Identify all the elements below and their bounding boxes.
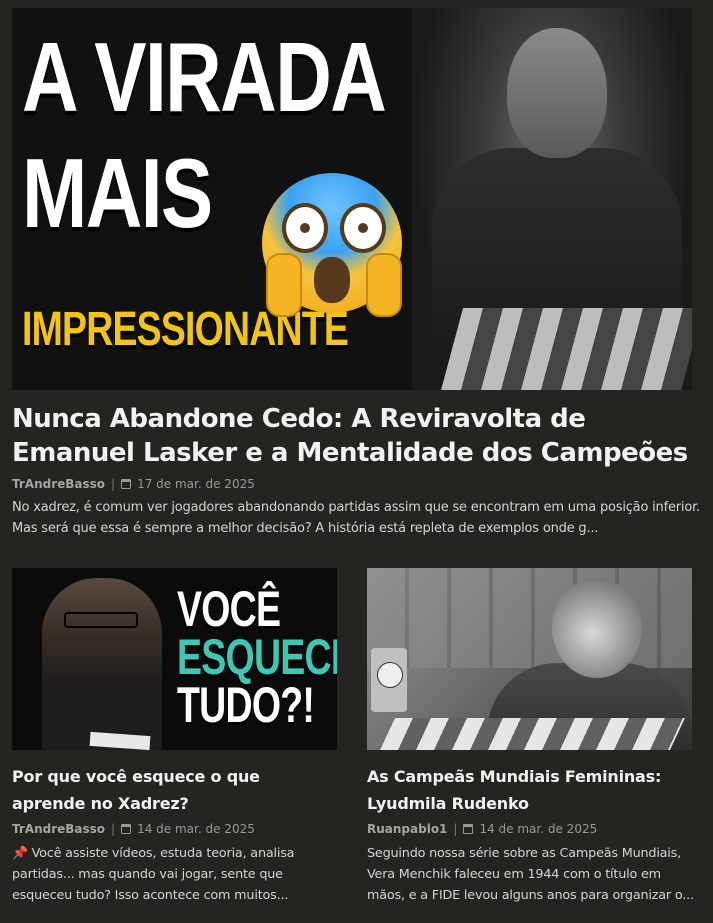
post-excerpt: Seguindo nossa série sobre as Campeãs Mu…: [367, 846, 694, 903]
post-thumbnail[interactable]: VOCÊ ESQUECE TUDO?!: [12, 568, 337, 750]
featured-photo: [412, 8, 692, 390]
post-thumbnail[interactable]: [367, 568, 692, 750]
person-photo: [42, 578, 162, 750]
meta-divider: |: [111, 477, 116, 491]
thumbnail-headline-1: A VIRADA: [22, 22, 387, 132]
featured-post-title[interactable]: Nunca Abandone Cedo: A Reviravolta de Em…: [12, 402, 702, 470]
person-photo: [552, 578, 642, 678]
pin-icon: 📌: [12, 846, 28, 861]
calendar-icon: [121, 824, 132, 834]
glasses: [64, 612, 138, 628]
author-link[interactable]: Ruanpablo1: [367, 822, 447, 836]
calendar-icon: [463, 824, 474, 834]
thumbnail-headline-2: MAIS: [22, 138, 213, 248]
post-date: 14 de mar. de 2025: [479, 822, 598, 836]
thumbnail-headline-3: TUDO?!: [177, 677, 315, 733]
thumbnail-headline-2: ESQUECE: [177, 629, 337, 685]
author-link[interactable]: TrAndreBasso: [12, 822, 105, 836]
thumbnail-headline-1: VOCÊ: [177, 581, 281, 637]
post-title[interactable]: As Campeãs Mundiais Femininas: Lyudmila …: [367, 763, 692, 817]
author-link[interactable]: TrAndreBasso: [12, 477, 105, 491]
chess-board: [441, 308, 692, 390]
meta-divider: |: [111, 822, 116, 836]
post-excerpt: 📌 Você assiste vídeos, estuda teoria, an…: [12, 843, 342, 906]
featured-thumbnail[interactable]: A VIRADA MAIS IMPRESSIONANTE: [12, 8, 692, 390]
featured-post-excerpt: No xadrez, é comum ver jogadores abandon…: [12, 500, 700, 536]
post-excerpt-text: Você assiste vídeos, estuda teoria, anal…: [12, 846, 295, 903]
post-date: 14 de mar. de 2025: [137, 822, 255, 836]
post-meta: Ruanpablo1 | 14 de mar. de 2025: [367, 822, 597, 836]
screaming-face-icon: [262, 173, 402, 317]
chess-board: [379, 718, 685, 750]
calendar-icon: [121, 479, 132, 489]
post-date: 17 de mar. de 2025: [137, 477, 255, 491]
post-meta: TrAndreBasso | 14 de mar. de 2025: [12, 822, 255, 836]
meta-divider: |: [453, 822, 458, 836]
chess-clock: [371, 648, 407, 712]
featured-post-meta: TrAndreBasso | 17 de mar. de 2025: [12, 477, 255, 491]
post-title[interactable]: Por que você esquece o que aprende no Xa…: [12, 763, 337, 817]
